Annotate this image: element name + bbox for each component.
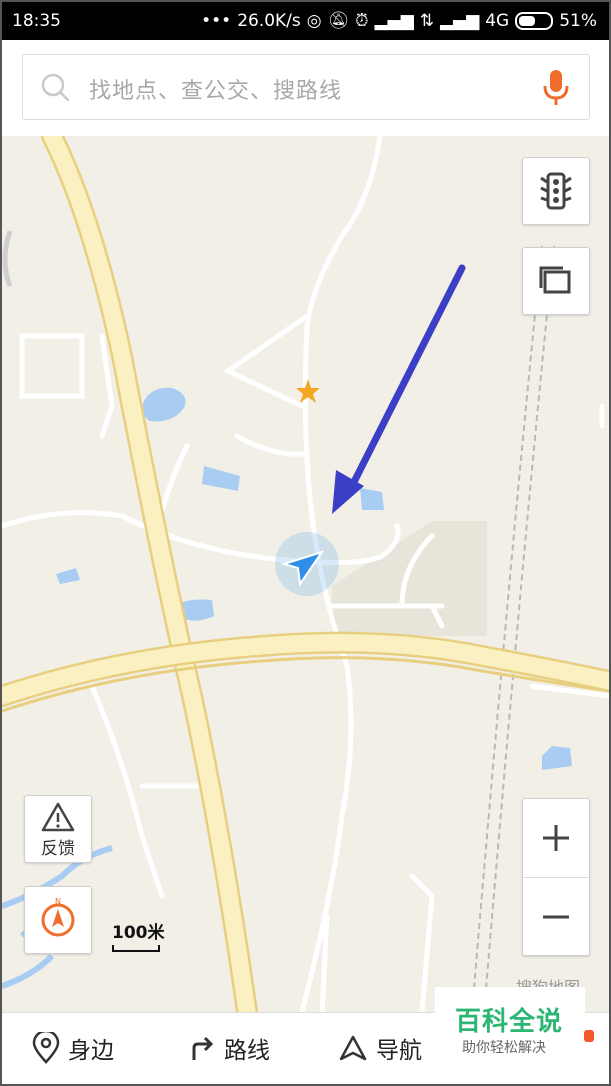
search-input[interactable]: 找地点、查公交、搜路线 bbox=[22, 54, 590, 120]
plus-icon bbox=[543, 825, 569, 851]
signal-icon: ▂▄▆ bbox=[374, 11, 414, 31]
status-network: 4G bbox=[485, 11, 510, 31]
baike-watermark: 百科全说 助你轻松解决 bbox=[435, 987, 585, 1057]
battery-icon bbox=[515, 12, 554, 30]
status-speed: 26.0K/s bbox=[237, 11, 301, 31]
search-header: 找地点、查公交、搜路线 bbox=[2, 40, 609, 137]
map-layers-button[interactable] bbox=[522, 247, 590, 315]
status-indicators: ••• 26.0K/s ◎ 🔕︎ ⏰︎ ▂▄▆ ⇅ ▂▄▆ 4G 51% bbox=[201, 11, 597, 31]
status-dots: ••• bbox=[201, 11, 232, 31]
map-view[interactable]: 反馈 N 100米 搜 bbox=[2, 136, 609, 1012]
map-scale: 100米 bbox=[112, 918, 165, 952]
traffic-toggle-button[interactable] bbox=[522, 157, 590, 225]
compass-button[interactable]: N bbox=[24, 886, 92, 954]
search-icon bbox=[41, 73, 70, 102]
location-pin-icon bbox=[32, 1032, 60, 1064]
route-turn-icon bbox=[192, 1036, 214, 1060]
alarm-icon: ⏰︎ bbox=[355, 11, 369, 31]
notification-dot bbox=[584, 1030, 594, 1042]
baike-title: 百科全说 bbox=[455, 1007, 564, 1037]
status-bar: 18:35 ••• 26.0K/s ◎ 🔕︎ ⏰︎ ▂▄▆ ⇅ ▂▄▆ 4G 5… bbox=[2, 2, 609, 40]
scale-bar bbox=[112, 945, 160, 952]
layers-icon bbox=[539, 266, 571, 294]
map-canvas bbox=[2, 136, 609, 1012]
compass-icon: N bbox=[41, 897, 75, 937]
baike-subtitle: 助你轻松解决 bbox=[462, 1040, 546, 1056]
nav-around-button[interactable]: 身边 bbox=[32, 1031, 114, 1065]
status-battery: 51% bbox=[559, 11, 597, 31]
feedback-button[interactable]: 反馈 bbox=[24, 795, 92, 863]
signal-icon-2: ▂▄▆ bbox=[439, 11, 480, 31]
nav-around-label: 身边 bbox=[68, 1038, 114, 1064]
zoom-out-button[interactable] bbox=[523, 877, 589, 956]
data-transfer-icon: ⇅ bbox=[419, 11, 434, 31]
status-time: 18:35 bbox=[12, 11, 61, 31]
nav-route-button[interactable]: 路线 bbox=[188, 1031, 270, 1065]
nav-navigate-button[interactable]: 导航 bbox=[338, 1031, 422, 1065]
mute-bell-icon: 🔕︎ bbox=[327, 11, 350, 31]
hotspot-icon: ◎ bbox=[306, 11, 322, 31]
nav-navigate-label: 导航 bbox=[376, 1038, 422, 1064]
traffic-light-icon bbox=[540, 172, 572, 210]
warning-triangle-icon bbox=[41, 802, 75, 832]
svg-text:N: N bbox=[55, 897, 61, 906]
nav-route-label: 路线 bbox=[224, 1038, 270, 1064]
zoom-in-button[interactable] bbox=[523, 799, 589, 877]
scale-label: 100米 bbox=[112, 923, 165, 943]
app-frame: 18:35 ••• 26.0K/s ◎ 🔕︎ ⏰︎ ▂▄▆ ⇅ ▂▄▆ 4G 5… bbox=[0, 0, 611, 1086]
search-placeholder: 找地点、查公交、搜路线 bbox=[89, 79, 343, 104]
feedback-label: 反馈 bbox=[41, 839, 75, 859]
zoom-controls bbox=[522, 798, 590, 956]
minus-icon bbox=[543, 915, 569, 919]
navigation-arrow-icon bbox=[339, 1035, 367, 1061]
microphone-icon[interactable] bbox=[541, 68, 571, 108]
